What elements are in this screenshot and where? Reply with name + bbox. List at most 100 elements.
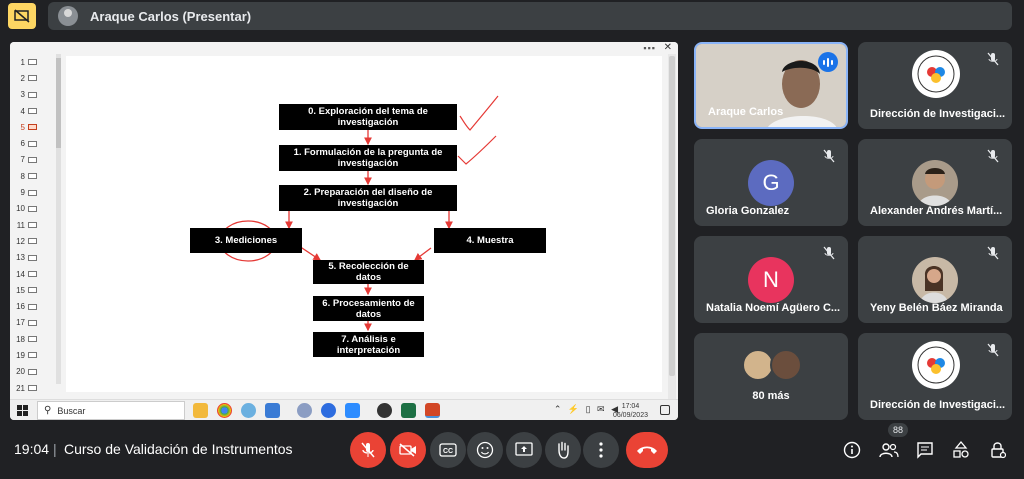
window-titlebar: ▪▪▪ ✕ bbox=[10, 42, 678, 54]
present-off-icon[interactable] bbox=[8, 3, 36, 29]
slide-thumbnail[interactable]: 14 bbox=[10, 266, 54, 282]
slide-thumbnail[interactable]: 19 bbox=[10, 347, 54, 363]
chrome-icon[interactable] bbox=[217, 403, 232, 418]
slide-scrollbar[interactable] bbox=[668, 54, 676, 399]
slide-thumbnail-preview bbox=[28, 173, 37, 180]
close-icon[interactable]: ✕ bbox=[664, 42, 672, 53]
participant-name: Gloria Gonzalez bbox=[706, 205, 790, 217]
participant-name: Natalia Noemí Agüero C... bbox=[706, 302, 841, 314]
slide-thumbnail[interactable]: 8 bbox=[10, 168, 54, 184]
captions-button[interactable]: CC bbox=[430, 432, 466, 468]
meeting-time: 19:04 bbox=[14, 441, 50, 457]
taskbar-search[interactable]: ⚲ Buscar bbox=[37, 401, 185, 420]
participant-tile-direccion-2[interactable]: Dirección de Investigaci... bbox=[858, 333, 1012, 420]
slide-thumbnail[interactable]: 12 bbox=[10, 233, 54, 249]
network-app-icon[interactable] bbox=[265, 403, 280, 418]
mic-off-icon bbox=[984, 50, 1002, 68]
bottom-control-bar: 19:04 | Curso de Validación de Instrumen… bbox=[0, 420, 1024, 479]
file-explorer-icon[interactable] bbox=[193, 403, 208, 418]
taskbar-clock[interactable]: 17:04 06/09/2023 bbox=[613, 402, 648, 420]
windows-start-icon[interactable] bbox=[17, 405, 28, 416]
lock-icon bbox=[991, 442, 1006, 459]
participant-name: Araque Carlos bbox=[708, 106, 784, 118]
slide-thumbnail-preview bbox=[28, 59, 37, 66]
slide-thumbnail[interactable]: 3 bbox=[10, 87, 54, 103]
mic-off-button[interactable] bbox=[350, 432, 386, 468]
more-participants-tile[interactable]: 80 más bbox=[694, 333, 848, 420]
participant-name: Alexander Andrés Martí... bbox=[870, 205, 1003, 217]
slide-thumbnail-preview bbox=[28, 124, 37, 131]
slide-thumbnail-preview bbox=[28, 385, 37, 392]
slide-thumbnail-preview bbox=[28, 303, 37, 310]
thumbnail-scrollbar[interactable] bbox=[56, 54, 61, 384]
avatar bbox=[912, 257, 958, 303]
clock-time: 17:04 bbox=[621, 403, 640, 410]
people-icon bbox=[879, 443, 899, 458]
step-5-box: 5. Recolección de datos bbox=[313, 260, 424, 284]
institution-logo bbox=[912, 50, 960, 98]
participant-tile-gloria-gonzalez[interactable]: G Gloria Gonzalez bbox=[694, 139, 848, 226]
slide-thumbnail-preview bbox=[28, 319, 37, 326]
excel-icon[interactable] bbox=[401, 403, 416, 418]
r-app-icon[interactable] bbox=[297, 403, 312, 418]
emoji-button[interactable] bbox=[467, 432, 503, 468]
camera-off-button[interactable] bbox=[390, 432, 426, 468]
windows-taskbar: ⚲ Buscar ⌃ ⚡ ▯ ✉ ◀ 17:04 06/09/2023 bbox=[10, 399, 678, 420]
slide-number: 20 bbox=[16, 367, 25, 377]
obs-icon[interactable] bbox=[377, 403, 392, 418]
people-button[interactable] bbox=[876, 437, 902, 463]
mic-off-icon bbox=[820, 147, 838, 165]
slide-number: 18 bbox=[16, 334, 25, 344]
slide-thumbnail-preview bbox=[28, 254, 37, 261]
slide-thumbnail[interactable]: 10 bbox=[10, 201, 54, 217]
chat-button[interactable] bbox=[912, 437, 938, 463]
slide-thumbnail[interactable]: 15 bbox=[10, 282, 54, 298]
slide-thumbnail[interactable]: 4 bbox=[10, 103, 54, 119]
slide-thumbnail[interactable]: 7 bbox=[10, 152, 54, 168]
slide-thumbnail[interactable]: 13 bbox=[10, 250, 54, 266]
slide-thumbnail[interactable]: 20 bbox=[10, 364, 54, 380]
notifications-icon[interactable] bbox=[660, 405, 670, 415]
participant-tile-alexander[interactable]: Alexander Andrés Martí... bbox=[858, 139, 1012, 226]
slide-thumbnail-preview bbox=[28, 336, 37, 343]
slide-thumbnail-preview bbox=[28, 287, 37, 294]
slide-thumbnail[interactable]: 18 bbox=[10, 331, 54, 347]
browser-icon[interactable] bbox=[241, 403, 256, 418]
slide-thumbnail[interactable]: 9 bbox=[10, 184, 54, 200]
participant-tile-araque-carlos[interactable]: Araque Carlos bbox=[694, 42, 848, 129]
presenter-bar[interactable]: Araque Carlos (Presentar) bbox=[48, 2, 1012, 30]
slide-thumbnail[interactable]: 6 bbox=[10, 135, 54, 151]
slide-thumbnail[interactable]: 2 bbox=[10, 70, 54, 86]
slide-thumbnail[interactable]: 11 bbox=[10, 217, 54, 233]
participant-tile-yeny[interactable]: Yeny Belén Báez Miranda bbox=[858, 236, 1012, 323]
slide-thumbnails[interactable]: 1 2 3 4 5 6 7 8 9 10 11 12 13 14 15 16 17 18 19 20 21 bbox=[10, 54, 54, 399]
zoom-icon[interactable] bbox=[345, 403, 360, 418]
participant-tile-natalia[interactable]: N Natalia Noemí Agüero C... bbox=[694, 236, 848, 323]
host-controls-button[interactable] bbox=[985, 437, 1011, 463]
svg-text:CC: CC bbox=[443, 448, 453, 455]
participant-tile-direccion-1[interactable]: Dirección de Investigaci... bbox=[858, 42, 1012, 129]
raise-hand-button[interactable] bbox=[545, 432, 581, 468]
info-button[interactable] bbox=[839, 437, 865, 463]
separator: | bbox=[53, 441, 57, 457]
slide-number: 14 bbox=[16, 269, 25, 279]
app-icon[interactable] bbox=[321, 403, 336, 418]
present-button[interactable] bbox=[506, 432, 542, 468]
hang-up-button[interactable] bbox=[626, 432, 668, 468]
system-tray-icon[interactable]: ⌃ ⚡ ▯ ✉ ◀ bbox=[554, 404, 620, 415]
avatar-group bbox=[742, 349, 804, 381]
slide-thumbnail[interactable]: 17 bbox=[10, 315, 54, 331]
window-controls-icon[interactable]: ▪▪▪ bbox=[643, 43, 656, 53]
camera-off-icon bbox=[399, 443, 416, 457]
slide-thumbnail[interactable]: 16 bbox=[10, 298, 54, 314]
slide-thumbnail[interactable]: 21 bbox=[10, 380, 54, 396]
powerpoint-icon[interactable] bbox=[425, 403, 440, 418]
slide-thumbnail[interactable]: 1 bbox=[10, 54, 54, 70]
more-options-button[interactable] bbox=[583, 432, 619, 468]
slide-thumbnail-preview bbox=[28, 140, 37, 147]
present-icon bbox=[515, 442, 533, 456]
slide-thumbnail-preview bbox=[28, 108, 37, 115]
activities-button[interactable] bbox=[948, 437, 974, 463]
slide-thumbnail-preview bbox=[28, 91, 37, 98]
slide-thumbnail[interactable]: 5 bbox=[10, 119, 54, 135]
